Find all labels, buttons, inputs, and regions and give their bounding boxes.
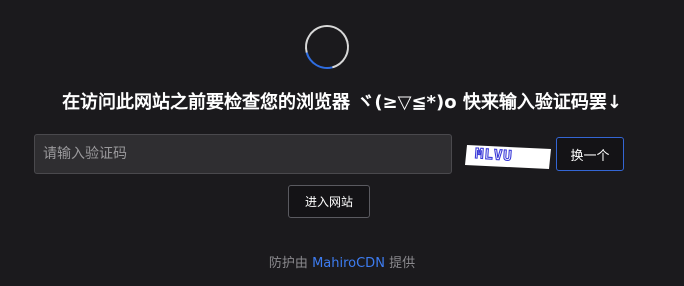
footer: 防护由 MahiroCDN 提供 [0, 252, 684, 271]
refresh-captcha-button[interactable]: 换一个 [556, 137, 624, 171]
page-headline: 在访问此网站之前要检查您的浏览器 ヾ(≥▽≦*)o 快来输入验证码罢↓ [62, 92, 622, 113]
footer-brand-link[interactable]: MahiroCDN [312, 256, 385, 271]
loading-spinner-icon [296, 16, 358, 78]
enter-site-button[interactable]: 进入网站 [288, 185, 370, 218]
captcha-image[interactable]: MLVU [463, 139, 553, 171]
refresh-captcha-label: 换一个 [570, 148, 610, 164]
enter-site-label: 进入网站 [304, 195, 353, 209]
verification-page: 在访问此网站之前要检查您的浏览器 ヾ(≥▽≦*)o 快来输入验证码罢↓ MLVU… [0, 0, 684, 286]
footer-suffix: 提供 [389, 256, 416, 271]
captcha-text: MLVU [474, 146, 513, 165]
captcha-input[interactable] [34, 134, 452, 174]
footer-prefix: 防护由 [268, 256, 308, 271]
